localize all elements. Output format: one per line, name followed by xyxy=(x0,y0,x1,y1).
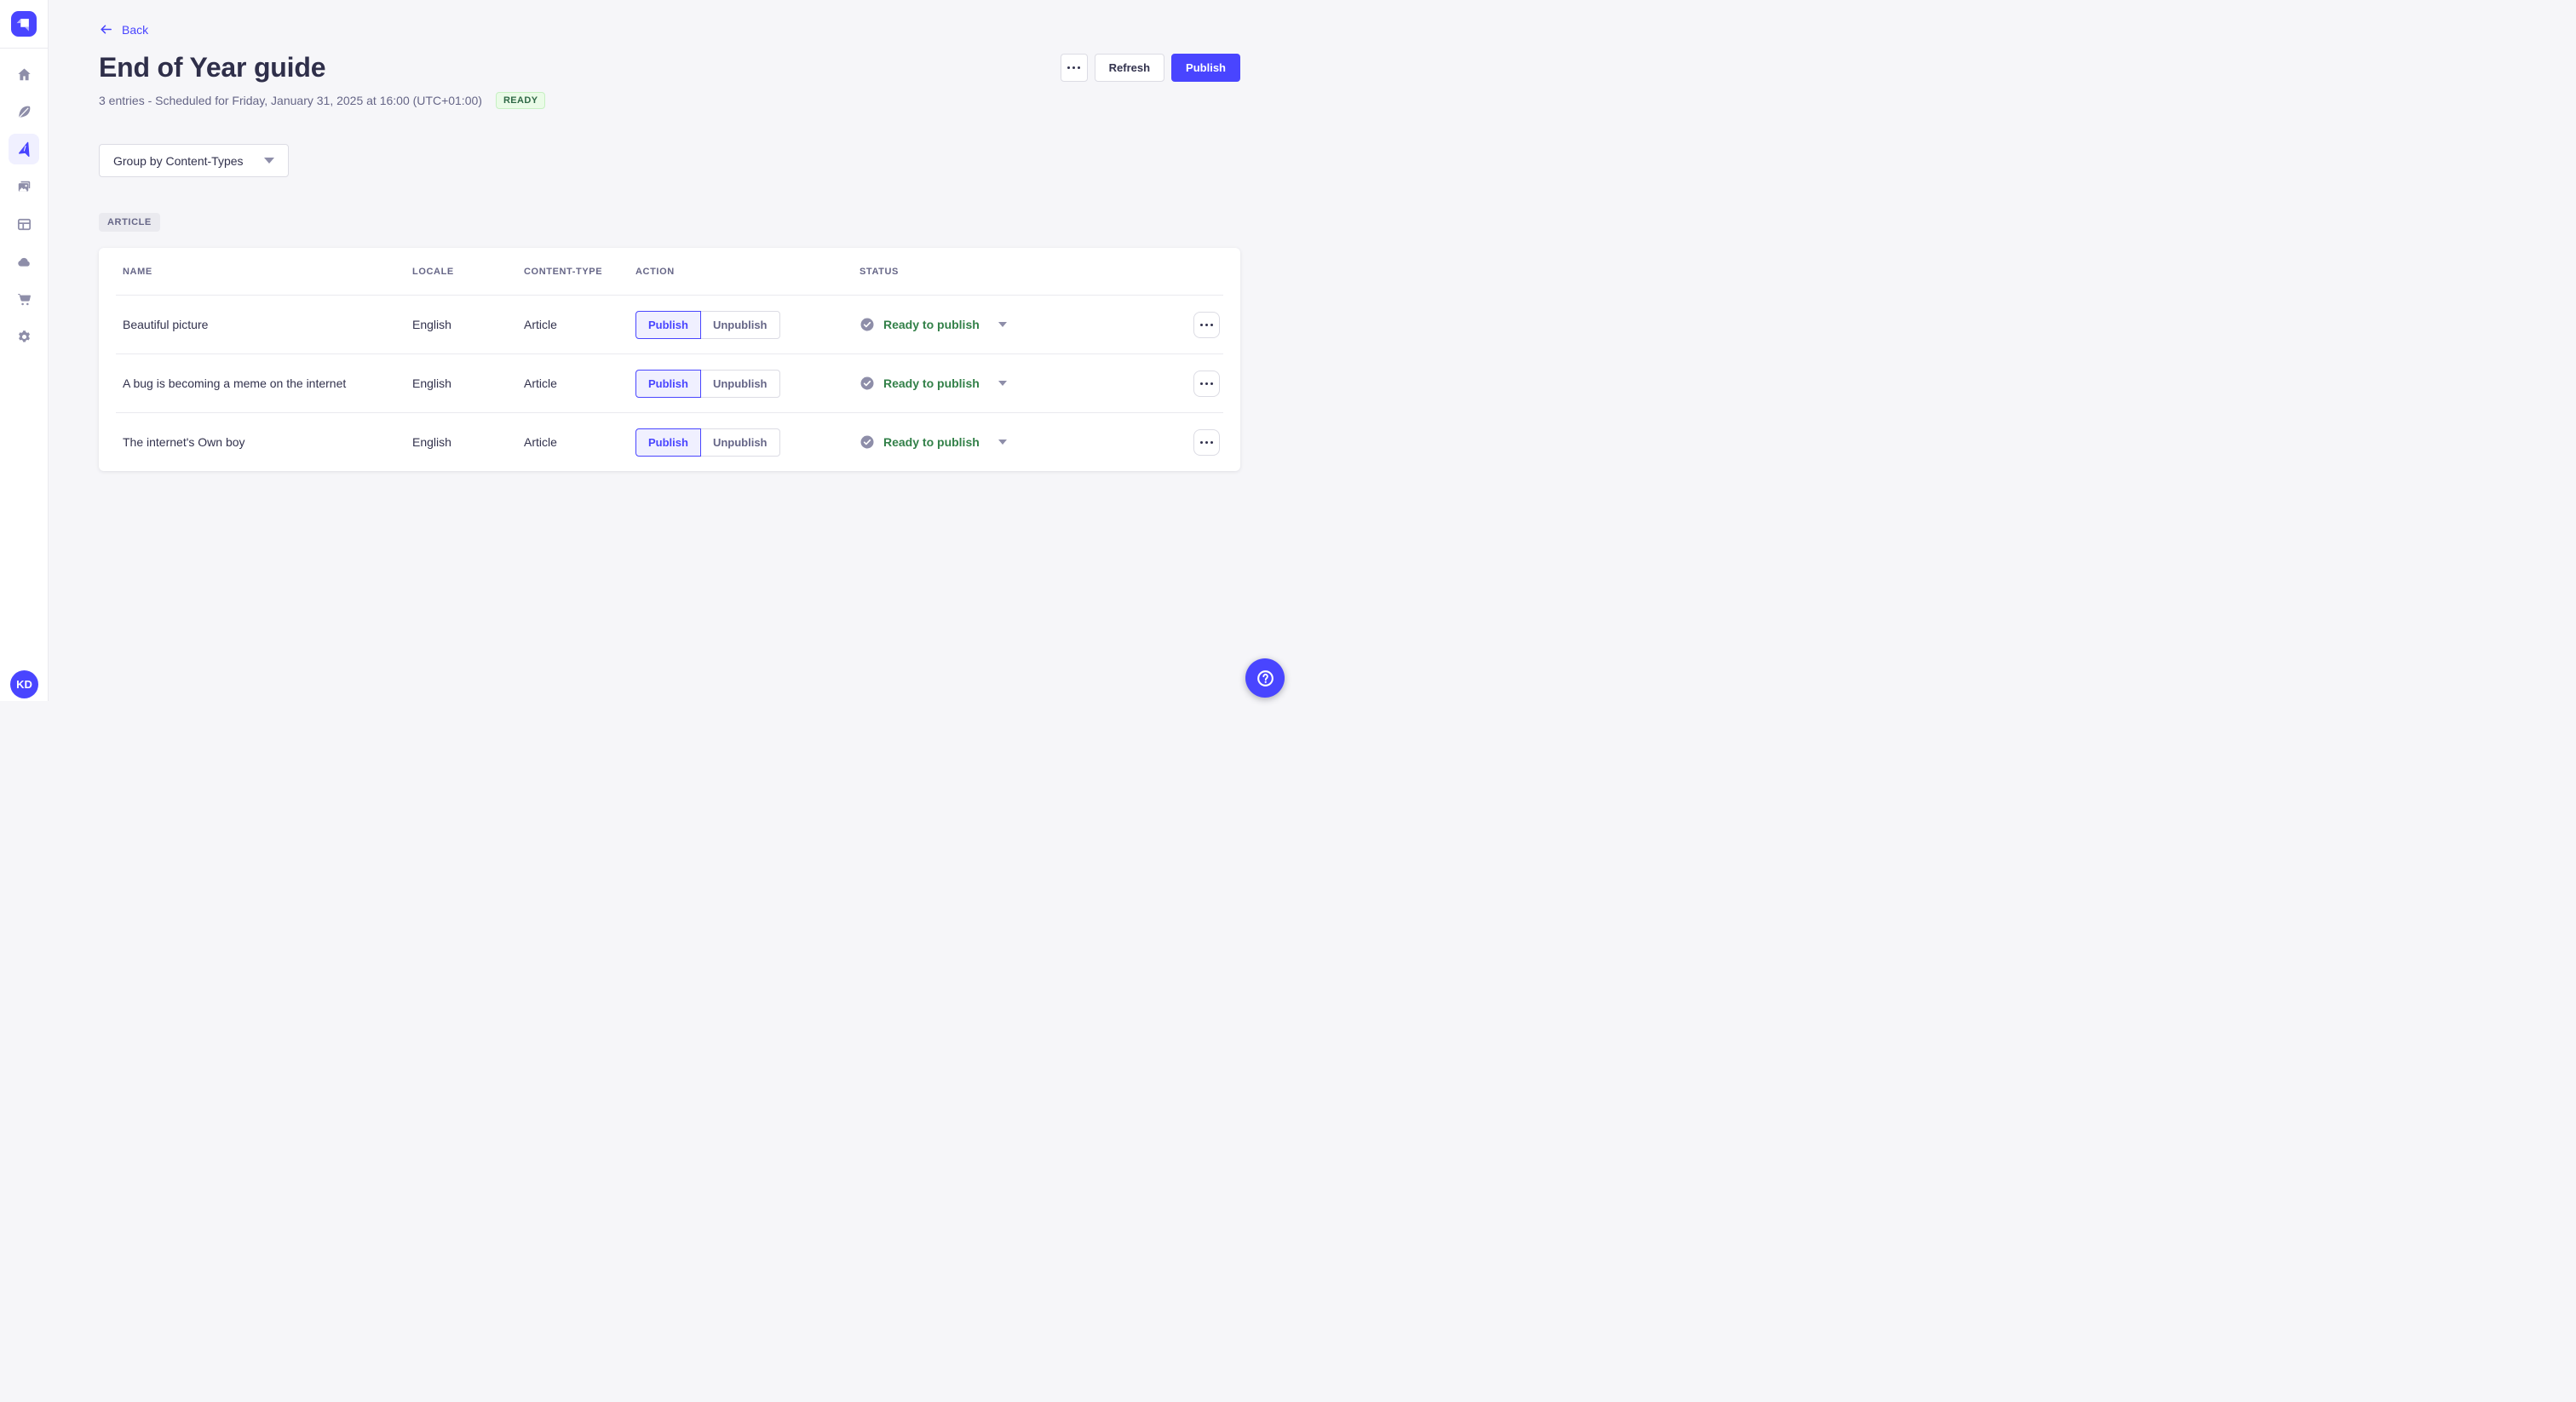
back-link[interactable]: Back xyxy=(99,22,148,37)
action-segmented-control: Publish Unpublish xyxy=(635,369,780,398)
home-icon xyxy=(17,68,31,80)
toolbar: Group by Content-Types xyxy=(99,144,1240,177)
sidebar-item-marketplace[interactable] xyxy=(9,284,39,314)
back-label: Back xyxy=(122,22,149,37)
entries-table-card: NAME LOCALE CONTENT-TYPE ACTION STATUS B… xyxy=(99,248,1240,471)
entry-locale: English xyxy=(412,318,451,331)
entry-content-type: Article xyxy=(524,435,557,449)
entry-name: A bug is becoming a meme on the internet xyxy=(123,376,347,390)
group-by-value: Group by Content-Types xyxy=(113,153,244,168)
strapi-release-page: KD Back End of Year guide Refresh Publis… xyxy=(0,0,1288,701)
ellipsis-icon xyxy=(1200,440,1213,444)
sidebar-item-releases[interactable] xyxy=(9,134,39,164)
entry-name: Beautiful picture xyxy=(123,318,209,331)
check-circle-icon xyxy=(860,376,874,390)
layout-icon xyxy=(17,218,31,230)
entry-status-dropdown[interactable]: Ready to publish xyxy=(860,317,1165,332)
chevron-down-icon xyxy=(998,440,1007,445)
entry-content-type: Article xyxy=(524,376,557,390)
images-icon xyxy=(18,181,30,192)
action-segmented-control: Publish Unpublish xyxy=(635,310,780,339)
release-more-options-button[interactable] xyxy=(1060,54,1088,82)
unpublish-action-button[interactable]: Unpublish xyxy=(699,369,780,398)
check-circle-icon xyxy=(860,318,874,331)
unpublish-action-button[interactable]: Unpublish xyxy=(699,310,780,339)
entry-content-type: Article xyxy=(524,318,557,331)
gear-icon xyxy=(18,330,30,342)
column-header-name: NAME xyxy=(123,266,152,277)
user-avatar[interactable]: KD xyxy=(10,670,38,698)
entry-status-dropdown[interactable]: Ready to publish xyxy=(860,376,1165,391)
entry-status-label: Ready to publish xyxy=(883,435,980,449)
publish-action-button[interactable]: Publish xyxy=(635,428,701,457)
sidebar-item-cloud[interactable] xyxy=(9,246,39,277)
entry-locale: English xyxy=(412,435,451,449)
sidebar-nav xyxy=(0,49,48,359)
entry-status-dropdown[interactable]: Ready to publish xyxy=(860,434,1165,450)
paper-plane-icon xyxy=(18,141,30,157)
header-actions: Refresh Publish xyxy=(1060,54,1240,82)
feather-icon xyxy=(18,106,30,118)
publish-action-button[interactable]: Publish xyxy=(635,369,701,398)
sidebar-item-settings[interactable] xyxy=(9,321,39,352)
unpublish-action-button[interactable]: Unpublish xyxy=(699,428,780,457)
table-row: The internet's Own boy English Article P… xyxy=(99,413,1240,471)
arrow-left-icon xyxy=(101,25,112,34)
release-subtitle: 3 entries - Scheduled for Friday, Januar… xyxy=(99,94,482,107)
group-by-select[interactable]: Group by Content-Types xyxy=(99,144,289,177)
entry-status-label: Ready to publish xyxy=(883,318,980,331)
table-row: A bug is becoming a meme on the internet… xyxy=(99,354,1240,412)
sidebar-item-home[interactable] xyxy=(9,59,39,89)
ellipsis-icon xyxy=(1200,323,1213,326)
chevron-down-icon xyxy=(998,322,1007,327)
workspace-logo-button[interactable] xyxy=(0,0,48,49)
ellipsis-icon xyxy=(1067,66,1081,69)
release-status-badge: READY xyxy=(495,92,546,109)
check-circle-icon xyxy=(860,435,874,449)
row-more-options-button[interactable] xyxy=(1193,428,1220,456)
cart-icon xyxy=(17,293,31,305)
ellipsis-icon xyxy=(1200,382,1213,385)
sidebar-item-content-manager[interactable] xyxy=(9,96,39,127)
sidebar-item-content-type-builder[interactable] xyxy=(9,209,39,239)
entry-name: The internet's Own boy xyxy=(123,435,245,449)
help-button[interactable] xyxy=(1245,658,1285,698)
sidebar-item-media-library[interactable] xyxy=(9,171,39,202)
column-header-locale: LOCALE xyxy=(412,266,454,277)
strapi-logo-icon xyxy=(11,11,37,37)
page-title: End of Year guide xyxy=(99,52,326,83)
column-header-content-type: CONTENT-TYPE xyxy=(524,266,603,277)
cloud-icon xyxy=(17,257,30,267)
entry-locale: English xyxy=(412,376,451,390)
table-header-row: NAME LOCALE CONTENT-TYPE ACTION STATUS xyxy=(99,248,1240,295)
help-icon xyxy=(1256,669,1274,687)
sidebar: KD xyxy=(0,0,49,701)
publish-release-button[interactable]: Publish xyxy=(1171,54,1240,82)
table-row: Beautiful picture English Article Publis… xyxy=(99,296,1240,353)
row-more-options-button[interactable] xyxy=(1193,311,1220,338)
subtitle-row: 3 entries - Scheduled for Friday, Januar… xyxy=(99,92,1240,109)
chevron-down-icon xyxy=(998,381,1007,386)
column-header-status: STATUS xyxy=(860,266,899,277)
entry-status-label: Ready to publish xyxy=(883,376,980,390)
chevron-down-icon xyxy=(264,158,274,164)
row-more-options-button[interactable] xyxy=(1193,370,1220,397)
column-header-action: ACTION xyxy=(635,266,675,277)
refresh-button[interactable]: Refresh xyxy=(1094,54,1165,82)
title-row: End of Year guide Refresh Publish xyxy=(99,52,1240,83)
action-segmented-control: Publish Unpublish xyxy=(635,428,780,457)
publish-action-button[interactable]: Publish xyxy=(635,310,701,339)
main-content: Back End of Year guide Refresh Publish 3… xyxy=(49,0,1288,701)
content-type-group-badge: ARTICLE xyxy=(99,213,160,232)
